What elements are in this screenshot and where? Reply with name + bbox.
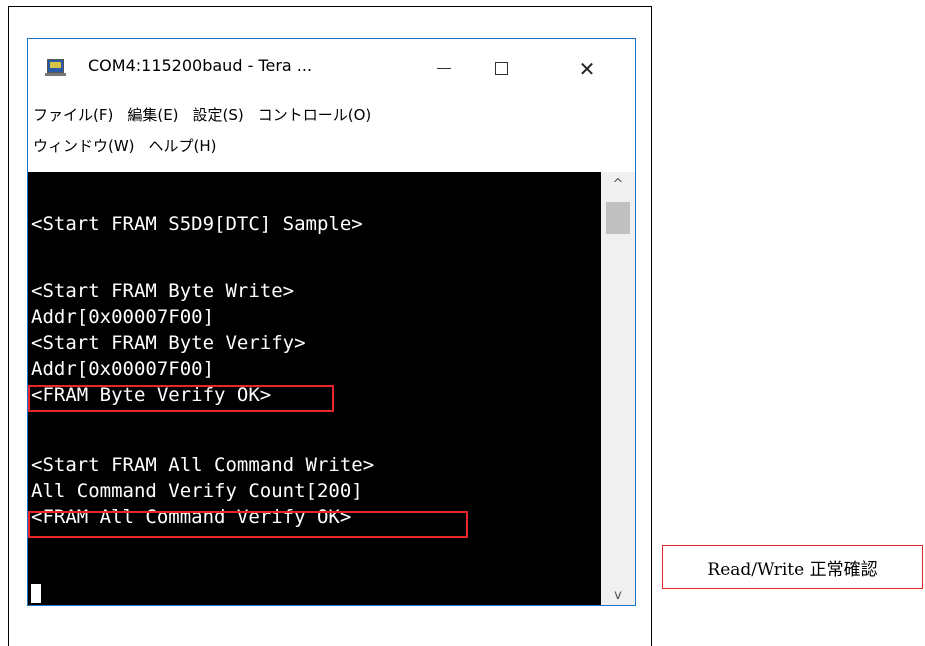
menu-help[interactable]: ヘルプ(H) (149, 135, 217, 156)
terminal-output[interactable]: <Start FRAM S5D9[DTC] Sample> <Start FRA… (28, 172, 601, 605)
maximize-button[interactable] (478, 39, 524, 98)
scroll-thumb[interactable] (606, 202, 630, 234)
menu-edit[interactable]: 編集(E) (127, 104, 178, 125)
scroll-up-icon[interactable]: ^ (601, 172, 635, 196)
highlight-box-command-verify (28, 511, 468, 538)
terminal-cursor (31, 584, 41, 603)
terminal-line: <Start FRAM S5D9[DTC] Sample> (31, 213, 363, 235)
terminal-window: COM4:115200baud - Tera ... ✕ ファイル(F) 編集(… (27, 38, 636, 606)
vertical-scrollbar[interactable]: ^ v (601, 172, 635, 605)
menu-bar: ファイル(F) 編集(E) 設定(S) コントロール(O) ウィンドウ(W) ヘ… (28, 99, 635, 167)
menu-file[interactable]: ファイル(F) (33, 104, 113, 125)
terminal-line: Addr[0x00007F00] (31, 306, 215, 328)
menu-control[interactable]: コントロール(O) (258, 104, 372, 125)
menu-window[interactable]: ウィンドウ(W) (33, 135, 135, 156)
terminal-line: All Command Verify Count[200] (31, 480, 363, 502)
terminal-line: Addr[0x00007F00] (31, 358, 215, 380)
scroll-down-icon[interactable]: v (601, 583, 635, 605)
terminal-line: <Start FRAM Byte Verify> (31, 332, 306, 354)
maximize-icon (494, 62, 508, 75)
terminal-line: <Start FRAM All Command Write> (31, 454, 375, 476)
menu-row-2: ウィンドウ(W) ヘルプ(H) (33, 135, 231, 156)
minimize-icon (437, 68, 451, 69)
minimize-button[interactable] (421, 39, 467, 98)
window-title: COM4:115200baud - Tera ... (88, 56, 313, 75)
annotation-callout: Read/Write 正常確認 (662, 545, 923, 589)
teraterm-app-icon (45, 59, 66, 76)
menu-row-1: ファイル(F) 編集(E) 設定(S) コントロール(O) (33, 104, 385, 125)
menu-setup[interactable]: 設定(S) (193, 104, 244, 125)
title-bar[interactable]: COM4:115200baud - Tera ... ✕ (28, 39, 635, 98)
close-button[interactable]: ✕ (564, 39, 610, 98)
highlight-box-byte-verify (28, 385, 334, 412)
terminal-line: <Start FRAM Byte Write> (31, 280, 295, 302)
